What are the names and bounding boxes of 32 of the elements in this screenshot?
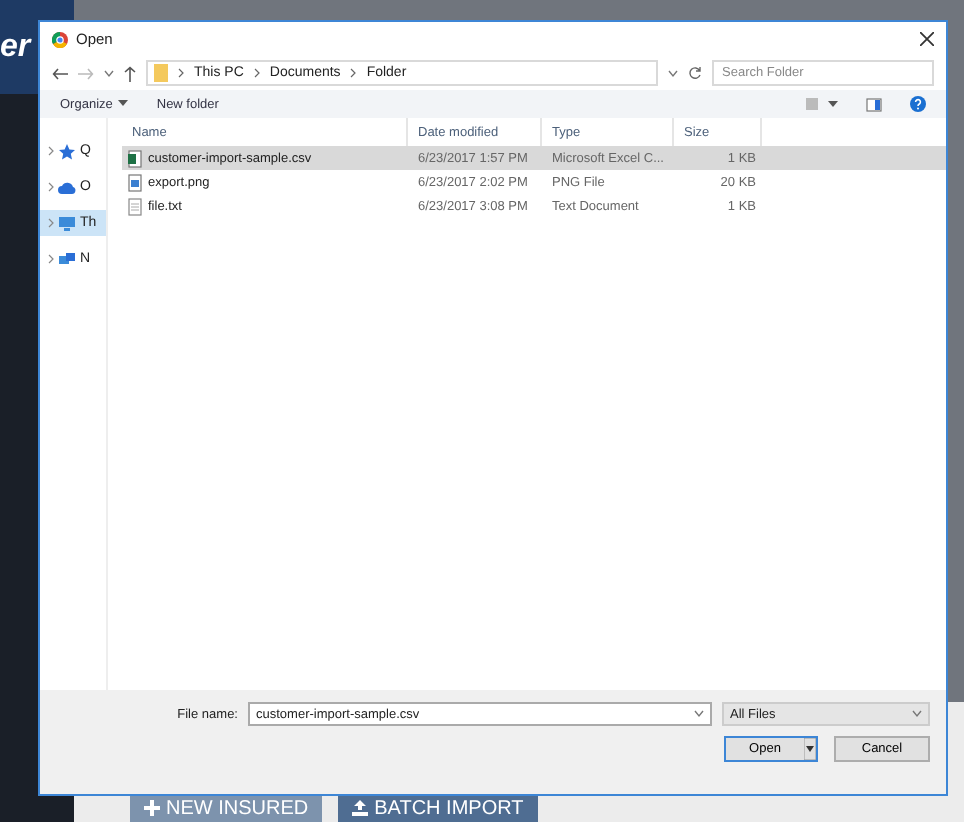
chevron-down-icon xyxy=(694,710,704,718)
help-icon[interactable] xyxy=(910,96,926,112)
plus-icon xyxy=(144,800,160,816)
star-icon xyxy=(58,143,76,159)
view-options-icon[interactable] xyxy=(806,98,838,110)
cloud-icon xyxy=(58,179,76,195)
text-file-icon xyxy=(128,197,142,215)
network-icon xyxy=(58,251,76,267)
chevron-right-icon xyxy=(48,182,54,192)
chevron-right-icon xyxy=(350,68,357,78)
brand-text: er xyxy=(0,29,31,65)
app-icon xyxy=(52,31,68,47)
chevron-down-icon xyxy=(912,710,922,718)
folder-icon xyxy=(154,64,168,82)
chevron-right-icon xyxy=(48,146,54,156)
upload-icon xyxy=(352,800,369,816)
chevron-right-icon xyxy=(48,218,54,228)
up-arrow-icon[interactable] xyxy=(124,65,136,81)
chevron-down-icon[interactable] xyxy=(668,69,678,77)
computer-icon xyxy=(58,215,76,231)
close-icon[interactable] xyxy=(920,32,934,46)
chevron-right-icon xyxy=(48,254,54,264)
refresh-icon[interactable] xyxy=(688,66,702,80)
spreadsheet-file-icon xyxy=(128,149,142,167)
caret-icon xyxy=(804,738,816,760)
chevron-right-icon xyxy=(178,68,184,78)
preview-pane-icon[interactable] xyxy=(866,97,882,111)
image-file-icon xyxy=(128,173,142,191)
chevron-down-icon[interactable] xyxy=(104,69,114,77)
chevron-right-icon xyxy=(253,68,260,78)
caret-icon xyxy=(118,100,129,108)
back-arrow-icon[interactable] xyxy=(52,67,68,79)
